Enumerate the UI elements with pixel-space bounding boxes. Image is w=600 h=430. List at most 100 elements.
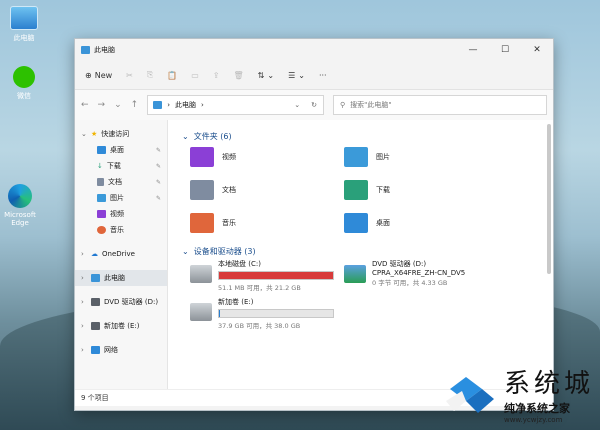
folder-item[interactable]: 文档 [190,177,344,202]
drive-name: 本地磁盘 (C:) [218,260,261,268]
address-bar[interactable]: › 此电脑 › ⌄ ↻ [147,95,324,115]
copy-icon[interactable]: ⎘ [147,70,153,80]
folder-name: 桌面 [376,218,390,227]
drive-capacity: 0 字节 可用，共 4.33 GB [372,279,448,287]
pc-icon [81,46,90,54]
breadcrumb-separator: › [167,101,170,109]
sidebar-item-videos[interactable]: 视频 [75,206,167,222]
drive-item[interactable]: 新加卷 (E:) 37.9 GB 可用，共 38.0 GB [190,297,344,330]
chevron-down-icon[interactable]: ⌄ [114,100,122,110]
rename-icon[interactable]: ▭ [191,71,199,80]
address-row: ← → ⌄ ↑ › 此电脑 › ⌄ ↻ ⚲ 搜索"此电脑" [75,90,553,120]
network-icon [91,346,100,354]
sidebar-item-label: 网络 [104,346,118,354]
drive-capacity: 37.9 GB 可用，共 38.0 GB [218,322,301,330]
sidebar-item-onedrive[interactable]: › ☁ OneDrive [75,246,167,262]
drives-section-header[interactable]: ⌄ 设备和驱动器 (3) [182,243,543,259]
forward-icon[interactable]: → [98,100,106,110]
pictures-folder-icon [344,146,368,167]
sidebar-item-label: 文档 [108,178,122,186]
navigation-pane: ⌄ ★ 快速访问 桌面 ✎ ↓ 下载 ✎ 文档 ✎ 图片 ✎ 视频 音乐 › ☁… [75,120,168,389]
desktop-icon [97,146,106,154]
up-icon[interactable]: ↑ [131,100,139,110]
sidebar-item-pictures[interactable]: 图片 ✎ [75,190,167,206]
pin-icon: ✎ [155,194,161,202]
sidebar-item-this-pc[interactable]: › 此电脑 [75,270,167,286]
search-icon: ⚲ [340,101,346,109]
folder-item[interactable]: 图片 [344,144,498,169]
sidebar-item-dvd[interactable]: › DVD 驱动器 (D:) [75,294,167,310]
plus-circle-icon: ⊕ [85,70,92,80]
delete-icon[interactable]: 🗑 [234,71,244,80]
chevron-right-icon[interactable]: › [81,346,87,354]
dvd-icon [344,265,366,283]
sidebar-item-network[interactable]: › 网络 [75,342,167,358]
refresh-icon[interactable]: ↻ [311,101,317,109]
sidebar-item-desktop[interactable]: 桌面 ✎ [75,142,167,158]
folder-item[interactable]: 视频 [190,144,344,169]
drive-name: 新加卷 (E:) [218,298,254,306]
sidebar-item-documents[interactable]: 文档 ✎ [75,174,167,190]
chevron-right-icon[interactable]: › [81,322,87,330]
breadcrumb-this-pc[interactable]: 此电脑 [175,100,196,110]
sidebar-item-label: 桌面 [110,146,124,154]
new-button[interactable]: ⊕ New [85,71,112,80]
disk-icon [190,265,212,283]
drive-usage-bar [218,271,334,280]
desktop-icon-wechat[interactable]: 微信 [2,66,46,101]
downloads-folder-icon [344,179,368,200]
drive-item[interactable]: DVD 驱动器 (D:) CPRA_X64FRE_ZH-CN_DV5 0 字节 可… [344,259,498,291]
disk-icon [91,322,100,330]
pin-icon: ✎ [155,162,161,170]
folder-item[interactable]: 音乐 [190,210,344,235]
music-folder-icon [190,212,214,233]
edge-icon [8,184,32,208]
scrollbar[interactable] [547,124,551,274]
cut-icon[interactable]: ✂ [126,71,133,80]
maximize-button[interactable]: ☐ [489,45,521,55]
folder-item[interactable]: 下载 [344,177,498,202]
chevron-down-icon[interactable]: ⌄ [294,101,300,109]
download-icon: ↓ [97,162,103,170]
pin-icon: ✎ [155,178,161,186]
drive-usage-fill [219,310,221,317]
desktop-icon-label: 微信 [17,92,31,100]
minimize-button[interactable]: — [457,45,489,55]
drive-item[interactable]: 本地磁盘 (C:) 51.1 MB 可用，共 21.2 GB [190,259,344,292]
cloud-icon: ☁ [91,250,98,258]
dvd-icon [91,298,100,306]
sidebar-item-music[interactable]: 音乐 [75,222,167,238]
breadcrumb-separator: › [201,101,204,109]
close-button[interactable]: ✕ [521,45,553,55]
folders-section-header[interactable]: ⌄ 文件夹 (6) [182,128,543,144]
drives-grid: 本地磁盘 (C:) 51.1 MB 可用，共 21.2 GB DVD 驱动器 (D:… [190,259,543,330]
sidebar-item-new-volume[interactable]: › 新加卷 (E:) [75,318,167,334]
sidebar-item-label: 图片 [110,194,124,202]
desktop-icon-this-pc[interactable]: 此电脑 [2,6,46,43]
watermark-brand: 纯净系统之家 [503,402,570,415]
watermark-title: 系统城 [503,369,594,399]
share-icon[interactable]: ⇪ [213,71,220,80]
content-pane: ⌄ 文件夹 (6) 视频 图片 文档 下载 音乐 桌面 ⌄ 设备和驱动器 (3) 本地磁盘… [168,120,553,389]
sidebar-item-label: 新加卷 (E:) [104,322,140,330]
paste-icon[interactable]: 📋 [167,71,177,80]
chevron-right-icon[interactable]: › [81,274,87,282]
search-placeholder: 搜索"此电脑" [350,101,392,109]
sidebar-item-downloads[interactable]: ↓ 下载 ✎ [75,158,167,174]
back-icon[interactable]: ← [81,100,89,110]
new-button-label: New [94,70,113,80]
chevron-right-icon[interactable]: › [81,250,87,258]
folder-item[interactable]: 桌面 [344,210,498,235]
sort-button[interactable]: ⇅ ⌄ [258,71,274,80]
chevron-right-icon[interactable]: › [81,298,87,306]
view-button[interactable]: ☰ ⌄ [288,71,305,80]
search-input[interactable]: ⚲ 搜索"此电脑" [333,95,547,115]
chevron-down-icon: ⌄ [298,70,305,80]
desktop-icon-edge[interactable]: Microsoft Edge [0,184,40,227]
sidebar-item-quick-access[interactable]: ⌄ ★ 快速访问 [75,126,167,142]
desktop-icon-label: 此电脑 [13,34,35,42]
chevron-down-icon[interactable]: ⌄ [81,130,87,138]
more-button[interactable]: ··· [319,71,327,80]
disk-icon [190,303,212,321]
documents-folder-icon [190,179,214,200]
